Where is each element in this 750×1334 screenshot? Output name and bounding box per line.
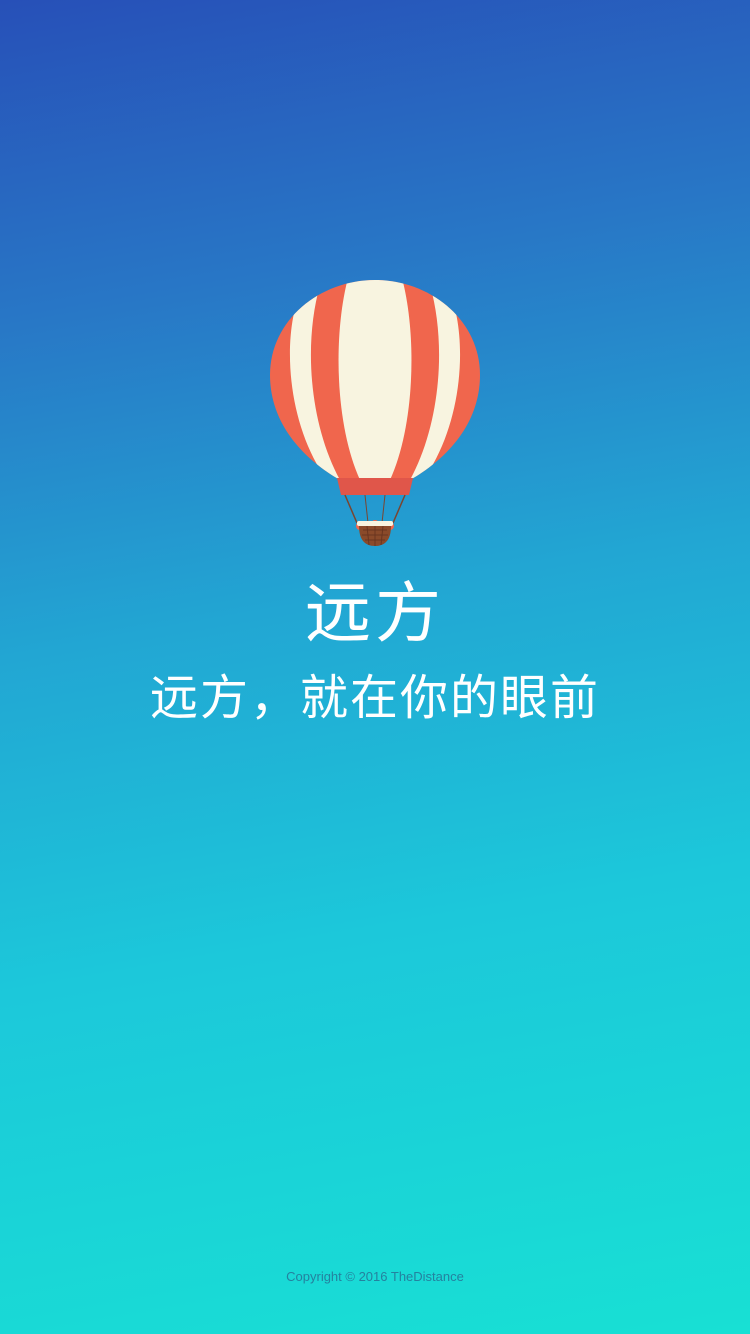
app-slogan: 远方，就在你的眼前 (149, 670, 600, 726)
copyright-text: Copyright © 2016 TheDistance (286, 1269, 464, 1284)
hot-air-balloon-icon (270, 280, 480, 546)
app-title: 远方 (305, 575, 445, 652)
splash-screen: 远方 远方，就在你的眼前 Copyright © 2016 TheDistanc… (0, 0, 750, 1334)
